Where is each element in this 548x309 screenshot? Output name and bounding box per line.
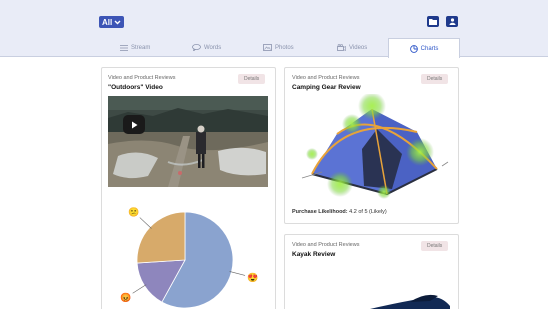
folder-icon — [429, 19, 437, 25]
pie-label-angry-icon: 😡 — [120, 293, 131, 303]
pie-label-confused-icon: 😕 — [128, 207, 139, 217]
photo-icon — [263, 44, 272, 51]
top-bar: All Stream Words Photos Videos Charts — [0, 0, 548, 58]
likelihood-label: Purchase Likelihood: — [292, 209, 348, 215]
tab-words[interactable]: Words — [192, 38, 221, 57]
card-title: Camping Gear Review — [292, 84, 361, 91]
view-tabs: Stream Words Photos Videos Charts — [88, 38, 460, 58]
video-icon — [337, 44, 346, 51]
card-title: "Outdoors" Video — [108, 84, 163, 91]
pie-leader-line — [132, 284, 147, 294]
pie-label-happy-icon: 😍 — [247, 272, 258, 282]
details-button[interactable]: Details — [421, 74, 449, 84]
card-title: Kayak Review — [292, 251, 336, 258]
filter-label: All — [102, 17, 113, 27]
folder-button[interactable] — [427, 16, 439, 27]
pie-leader-line — [139, 217, 152, 229]
card-category: Video and Product Reviews — [292, 75, 360, 81]
card-category: Video and Product Reviews — [108, 75, 176, 81]
tab-label: Stream — [131, 44, 151, 51]
play-icon — [131, 121, 137, 128]
chat-bubble-icon — [192, 44, 201, 51]
chevron-down-icon — [114, 20, 121, 24]
kayak-image — [370, 294, 450, 309]
play-button[interactable] — [123, 115, 145, 134]
tab-label: Words — [204, 44, 222, 51]
tab-label: Photos — [275, 44, 294, 51]
tab-photos[interactable]: Photos — [263, 38, 294, 57]
tab-stream[interactable]: Stream — [120, 38, 150, 57]
tab-label: Charts — [420, 45, 439, 52]
video-thumbnail — [108, 96, 268, 187]
filter-dropdown[interactable]: All — [99, 16, 125, 28]
video-player[interactable] — [108, 96, 268, 187]
user-button[interactable] — [446, 16, 458, 27]
list-icon — [120, 44, 128, 51]
likelihood-value: 4.2 of 5 (Likely) — [349, 209, 387, 215]
details-button[interactable]: Details — [238, 74, 266, 84]
tab-label: Videos — [349, 44, 368, 51]
user-icon — [449, 18, 455, 25]
tent-heatmap-image — [301, 94, 449, 199]
card-category: Video and Product Reviews — [292, 242, 360, 248]
details-button[interactable]: Details — [421, 241, 449, 251]
pie-leader-line — [229, 271, 246, 276]
tab-charts[interactable]: Charts — [388, 38, 460, 58]
pie-chart-icon — [409, 44, 418, 53]
purchase-likelihood: Purchase Likelihood: 4.2 of 5 (Likely) — [292, 209, 387, 215]
sentiment-pie-chart: 😍 😡 😕 — [120, 207, 258, 309]
tab-videos[interactable]: Videos — [337, 38, 367, 57]
pie-slice-confused[interactable] — [136, 211, 186, 264]
